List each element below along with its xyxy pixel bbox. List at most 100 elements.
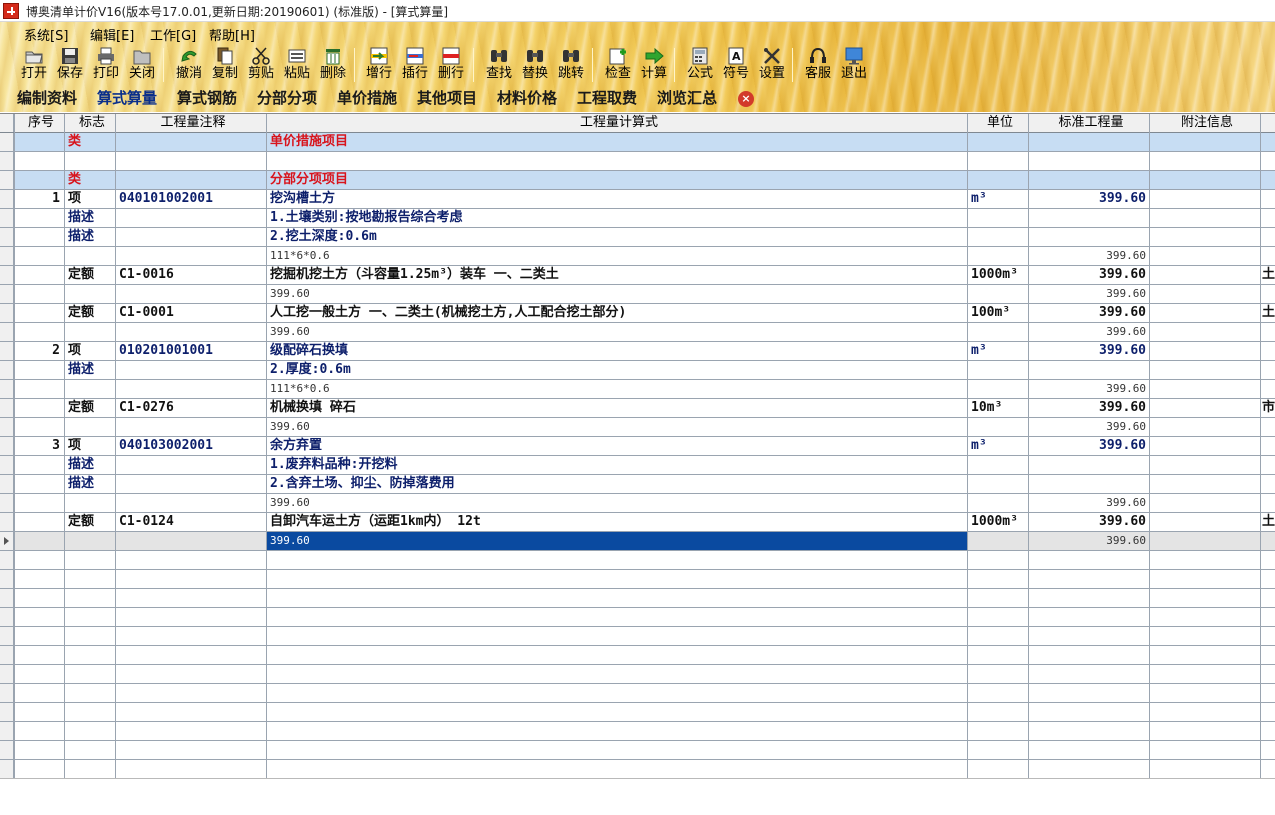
row-selector[interactable]: [0, 380, 14, 398]
column-header[interactable]: 标志: [65, 114, 116, 132]
column-header[interactable]: 附注信息: [1150, 114, 1261, 132]
row-flag[interactable]: 项: [65, 190, 116, 208]
row-selector[interactable]: [0, 475, 14, 493]
close-tab-icon[interactable]: ×: [738, 91, 754, 107]
tab-8[interactable]: 工程取费: [575, 87, 639, 109]
table-row[interactable]: 描述 1.废弃料品种:开挖料: [0, 456, 1275, 475]
row-selector[interactable]: [0, 684, 14, 702]
empty-row[interactable]: [0, 627, 1275, 646]
row-selector[interactable]: [0, 266, 14, 284]
row-unit[interactable]: 1000m³: [968, 266, 1029, 284]
table-row[interactable]: 111*6*0.6 399.60: [0, 380, 1275, 399]
toolbar-button-19[interactable]: A 符号: [719, 44, 753, 84]
table-row[interactable]: 描述 1.土壤类别:按地勘报告综合考虑: [0, 209, 1275, 228]
row-selector[interactable]: [0, 703, 14, 721]
row-quantity[interactable]: 399.60: [1029, 494, 1150, 512]
menu-edit[interactable]: 编辑[E]: [90, 25, 134, 44]
row-formula[interactable]: 自卸汽车运土方（运距1km内） 12t: [267, 513, 968, 531]
toolbar-button-18[interactable]: 公式: [683, 44, 717, 84]
row-selector[interactable]: [0, 342, 14, 360]
row-selector[interactable]: [0, 247, 14, 265]
row-formula[interactable]: 机械换填 碎石: [267, 399, 968, 417]
current-row-indicator[interactable]: [0, 532, 14, 550]
column-header[interactable]: 单位: [968, 114, 1029, 132]
row-selector[interactable]: [0, 152, 14, 170]
table-row[interactable]: 描述 2.含弃土场、抑尘、防掉落费用: [0, 475, 1275, 494]
row-code[interactable]: C1-0124: [116, 513, 267, 531]
row-selector[interactable]: [0, 133, 14, 151]
tab-4[interactable]: 分部分项: [255, 87, 319, 109]
empty-row[interactable]: [0, 741, 1275, 760]
row-unit[interactable]: 100m³: [968, 304, 1029, 322]
row-extra-info[interactable]: 市: [1261, 399, 1275, 417]
row-formula[interactable]: 2.厚度:0.6m: [267, 361, 968, 379]
toolbar-button-6[interactable]: 复制: [208, 44, 242, 84]
row-quantity[interactable]: 399.60: [1029, 266, 1150, 284]
row-seq[interactable]: 3: [14, 437, 65, 455]
row-quantity[interactable]: 399.60: [1029, 437, 1150, 455]
row-selector[interactable]: [0, 589, 14, 607]
toolbar-button-7[interactable]: 剪贴: [244, 44, 278, 84]
column-header[interactable]: 工程量注释: [116, 114, 267, 132]
empty-row[interactable]: [0, 570, 1275, 589]
row-code[interactable]: 010201001001: [116, 342, 267, 360]
column-header[interactable]: 序号: [14, 114, 65, 132]
row-seq[interactable]: 2: [14, 342, 65, 360]
table-row[interactable]: 399.60 399.60: [0, 418, 1275, 437]
row-selector[interactable]: [0, 760, 14, 778]
tab-6[interactable]: 其他项目: [415, 87, 479, 109]
table-row[interactable]: 定额 C1-0124 自卸汽车运土方（运距1km内） 12t 1000m³ 399.60…: [0, 513, 1275, 532]
toolbar-button-10[interactable]: 增行: [362, 44, 396, 84]
table-row[interactable]: 1 项 040101002001 挖沟槽土方 m³ 399.60: [0, 190, 1275, 209]
row-flag[interactable]: 项: [65, 437, 116, 455]
row-flag[interactable]: 类: [65, 133, 116, 151]
toolbar-button-9[interactable]: 删除: [316, 44, 350, 84]
row-code[interactable]: 040101002001: [116, 190, 267, 208]
toolbar-button-14[interactable]: 替换: [518, 44, 552, 84]
row-selector[interactable]: [0, 456, 14, 474]
row-selector[interactable]: [0, 494, 14, 512]
row-code[interactable]: C1-0001: [116, 304, 267, 322]
row-extra-info[interactable]: 土: [1261, 304, 1275, 322]
row-extra-info[interactable]: 土: [1261, 266, 1275, 284]
row-flag[interactable]: 定额: [65, 399, 116, 417]
toolbar-button-17[interactable]: 计算: [637, 44, 671, 84]
row-selector[interactable]: [0, 228, 14, 246]
column-header[interactable]: 标准工程量: [1029, 114, 1150, 132]
toolbar-button-8[interactable]: 粘贴: [280, 44, 314, 84]
row-quantity[interactable]: 399.60: [1029, 247, 1150, 265]
tab-5[interactable]: 单价措施: [335, 87, 399, 109]
table-row[interactable]: 399.60 399.60: [0, 494, 1275, 513]
row-quantity[interactable]: 399.60: [1029, 418, 1150, 436]
menu-system[interactable]: 系统[S]: [24, 25, 68, 44]
row-unit[interactable]: m³: [968, 437, 1029, 455]
table-row[interactable]: 399.60 399.60: [0, 285, 1275, 304]
row-selector[interactable]: [0, 171, 14, 189]
table-row[interactable]: 定额 C1-0001 人工挖一般土方 一、二类土(机械挖土方,人工配合挖土部分) 10…: [0, 304, 1275, 323]
row-selector[interactable]: [0, 323, 14, 341]
tab-9[interactable]: 浏览汇总: [655, 87, 719, 109]
row-formula[interactable]: 单价措施项目: [267, 133, 968, 151]
toolbar-button-20[interactable]: 设置: [755, 44, 789, 84]
row-formula[interactable]: 111*6*0.6: [267, 247, 968, 265]
row-formula[interactable]: 399.60: [267, 532, 968, 550]
row-selector[interactable]: [0, 285, 14, 303]
menu-work[interactable]: 工作[G]: [150, 25, 196, 44]
row-selector[interactable]: [0, 608, 14, 626]
row-formula[interactable]: 2.挖土深度:0.6m: [267, 228, 968, 246]
table-row[interactable]: 描述 2.厚度:0.6m: [0, 361, 1275, 380]
row-formula[interactable]: 111*6*0.6: [267, 380, 968, 398]
tab-1[interactable]: 编制资料: [15, 87, 79, 109]
row-selector[interactable]: [0, 209, 14, 227]
row-flag[interactable]: 定额: [65, 513, 116, 531]
toolbar-button-21[interactable]: 客服: [801, 44, 835, 84]
row-quantity[interactable]: 399.60: [1029, 532, 1150, 550]
toolbar-button-22[interactable]: 退出: [837, 44, 871, 84]
toolbar-button-13[interactable]: 查找: [482, 44, 516, 84]
toolbar-button-1[interactable]: 打开: [17, 44, 51, 84]
row-quantity[interactable]: 399.60: [1029, 323, 1150, 341]
row-selector[interactable]: [0, 418, 14, 436]
row-selector[interactable]: [0, 570, 14, 588]
row-selector[interactable]: [0, 646, 14, 664]
empty-row[interactable]: [0, 760, 1275, 778]
